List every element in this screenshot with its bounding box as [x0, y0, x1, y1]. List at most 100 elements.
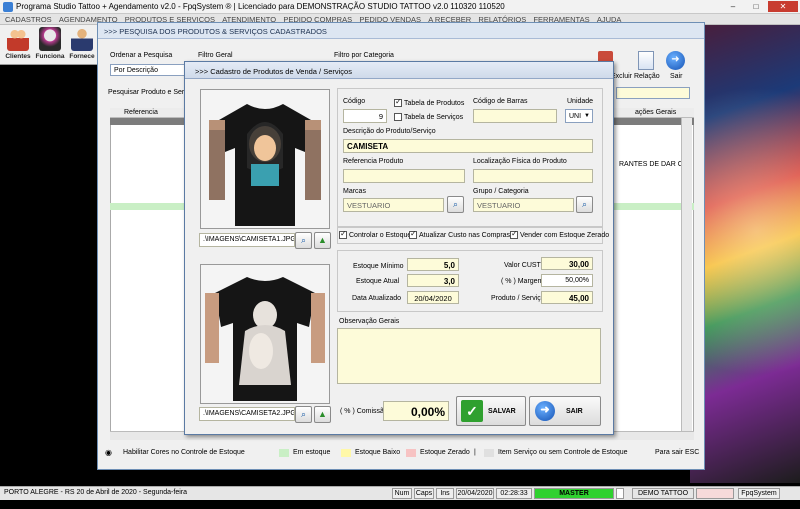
menu-cadastros[interactable]: CADASTROS — [5, 14, 52, 24]
grid-row-text: RANTES DE DAR O P — [619, 161, 690, 168]
ref-label: Referencia Produto — [343, 158, 404, 165]
filter-category-label: Filtro por Categoria — [334, 52, 394, 59]
updated-field[interactable]: 20/04/2020 — [407, 291, 459, 304]
desc-field[interactable]: CAMISETA — [343, 139, 593, 153]
report-icon[interactable] — [638, 51, 654, 70]
employees-icon — [39, 27, 61, 51]
order-select[interactable]: Por Descrição — [110, 64, 186, 76]
chk-update-cost[interactable]: Atualizar Custo nas Compras — [409, 229, 511, 239]
chevron-down-icon: ▼ — [584, 113, 590, 119]
background-artwork-glow — [690, 25, 800, 483]
updated-label: Data Atualizado — [352, 295, 402, 302]
toolbar-clients-button[interactable]: Clientes — [2, 27, 34, 63]
unit-select[interactable]: UNI ▼ — [565, 109, 593, 123]
margin-label: ( % ) Margem — [501, 278, 544, 285]
tshirt-front-image — [201, 90, 329, 228]
cur-stock-label: Estoque Atual — [356, 278, 400, 285]
brand-field[interactable]: VESTUARIO — [343, 198, 444, 212]
chk-stock-control-box[interactable] — [339, 229, 347, 239]
exit-button[interactable]: ➜ SAIR — [529, 396, 601, 426]
exit-arrow-icon[interactable]: ➜ — [666, 51, 685, 70]
main-toolbar: Clientes Funciona Fornece — [0, 25, 103, 65]
toolbar-suppliers-button[interactable]: Fornece — [66, 27, 98, 63]
radio-icon[interactable]: ◉ — [105, 448, 112, 457]
min-stock-field[interactable]: 5,0 — [407, 258, 459, 271]
toolbar-suppliers-label: Fornece — [69, 53, 95, 60]
group-search-icon[interactable]: ⌕ — [576, 196, 593, 213]
commission-field[interactable]: 0,00% — [383, 401, 449, 421]
stock-legend: ◉ Habilitar Cores no Controle de Estoque… — [103, 447, 701, 459]
cost-field[interactable]: 30,00 — [541, 257, 593, 270]
grid-scrollbar[interactable] — [681, 118, 692, 433]
status-red-cell — [696, 488, 734, 499]
image2-load-icon[interactable]: ▲ — [314, 406, 331, 423]
save-button[interactable]: ✓ SALVAR — [456, 396, 526, 426]
legend-swatch-zero — [406, 449, 416, 457]
image1-load-icon[interactable]: ▲ — [314, 232, 331, 249]
status-demo: DEMO TATTOO 2.0 — [632, 488, 694, 507]
window-controls: – □ ✕ — [722, 1, 798, 12]
min-stock-label: Estoque Mínimo — [353, 263, 404, 270]
legend-separator: | — [474, 449, 476, 456]
code-field[interactable]: 9 — [343, 109, 387, 123]
legend-low-stock: Estoque Baixo — [355, 449, 401, 456]
exit-arrow-icon: ➜ — [535, 401, 555, 421]
image1-path-field[interactable]: .\IMAGENS\CAMISETA1.JPG — [199, 233, 295, 247]
filter-general-label: Filtro Geral — [198, 52, 233, 59]
chk-services-box[interactable] — [394, 113, 402, 121]
save-label: SALVAR — [488, 408, 516, 415]
order-label: Ordenar a Pesquisa — [110, 52, 173, 59]
title-bar: Programa Studio Tattoo + Agendamento v2.… — [0, 0, 800, 14]
chk-sell-zero[interactable]: Vender com Estoque Zerado — [510, 229, 610, 239]
chk-products-label: Tabela de Produtos — [404, 99, 465, 107]
clients-icon — [7, 27, 29, 51]
exit-label: SAIR — [566, 408, 583, 415]
chk-services[interactable]: Tabela de Serviços — [394, 113, 463, 121]
sair-label: Sair — [670, 73, 683, 80]
group-label: Grupo / Categoria — [473, 188, 529, 195]
legend-swatch-low — [341, 449, 351, 457]
status-location: PORTO ALEGRE - RS 20 de Abril de 2020 - … — [4, 489, 188, 496]
chk-products-box[interactable] — [394, 97, 402, 107]
legend-swatch-service — [484, 449, 494, 457]
price-field[interactable]: 45,00 — [541, 291, 593, 304]
checkmark-icon: ✓ — [461, 400, 483, 422]
barcode-field[interactable] — [473, 109, 557, 123]
unit-label: Unidade — [567, 98, 594, 105]
chk-sell-zero-label: Vender com Estoque Zerado — [520, 231, 610, 239]
close-button[interactable]: ✕ — [768, 1, 798, 12]
chk-sell-zero-box[interactable] — [510, 229, 518, 239]
margin-field[interactable]: 50,00% — [541, 274, 593, 287]
legend-esc: Para sair ESC — [655, 449, 700, 456]
group-field[interactable]: VESTUARIO — [473, 198, 574, 212]
chk-stock-control[interactable]: Controlar o Estoque — [339, 229, 411, 239]
brand-label: Marcas — [343, 188, 366, 195]
chk-update-cost-box[interactable] — [409, 229, 417, 239]
order-select-value: Por Descrição — [114, 67, 158, 74]
app-icon — [3, 2, 13, 12]
toolbar-employees-button[interactable]: Funciona — [34, 27, 66, 63]
product-photo-1 — [200, 89, 330, 229]
ref-field[interactable] — [343, 169, 465, 183]
status-ins: Ins — [436, 488, 454, 499]
image2-search-icon[interactable]: ⌕ — [295, 406, 312, 423]
image2-path-field[interactable]: .\IMAGENS\CAMISETA2.JPG — [199, 407, 295, 421]
search-input[interactable] — [616, 87, 690, 99]
toolbar-clients-label: Clientes — [5, 53, 31, 60]
image1-search-icon[interactable]: ⌕ — [295, 232, 312, 249]
brand-search-icon[interactable]: ⌕ — [447, 196, 464, 213]
minimize-button[interactable]: – — [722, 1, 744, 12]
cur-stock-field[interactable]: 3,0 — [407, 274, 459, 287]
obs-field[interactable] — [337, 328, 601, 384]
product-photo-2 — [200, 264, 330, 404]
legend-zero-stock: Estoque Zerado — [420, 449, 470, 456]
col-obs: ações Gerais — [635, 109, 677, 116]
maximize-button[interactable]: □ — [745, 1, 767, 12]
status-master: MASTER — [534, 488, 614, 499]
product-form-title: >>> Cadastro de Produtos de Venda / Serv… — [195, 67, 352, 76]
chk-update-cost-label: Atualizar Custo nas Compras — [419, 231, 511, 239]
chk-products[interactable]: Tabela de Produtos — [394, 97, 465, 107]
location-field[interactable] — [473, 169, 593, 183]
legend-swatch-in-stock — [279, 449, 289, 457]
legend-service: Item Serviço ou sem Controle de Estoque — [498, 449, 628, 456]
